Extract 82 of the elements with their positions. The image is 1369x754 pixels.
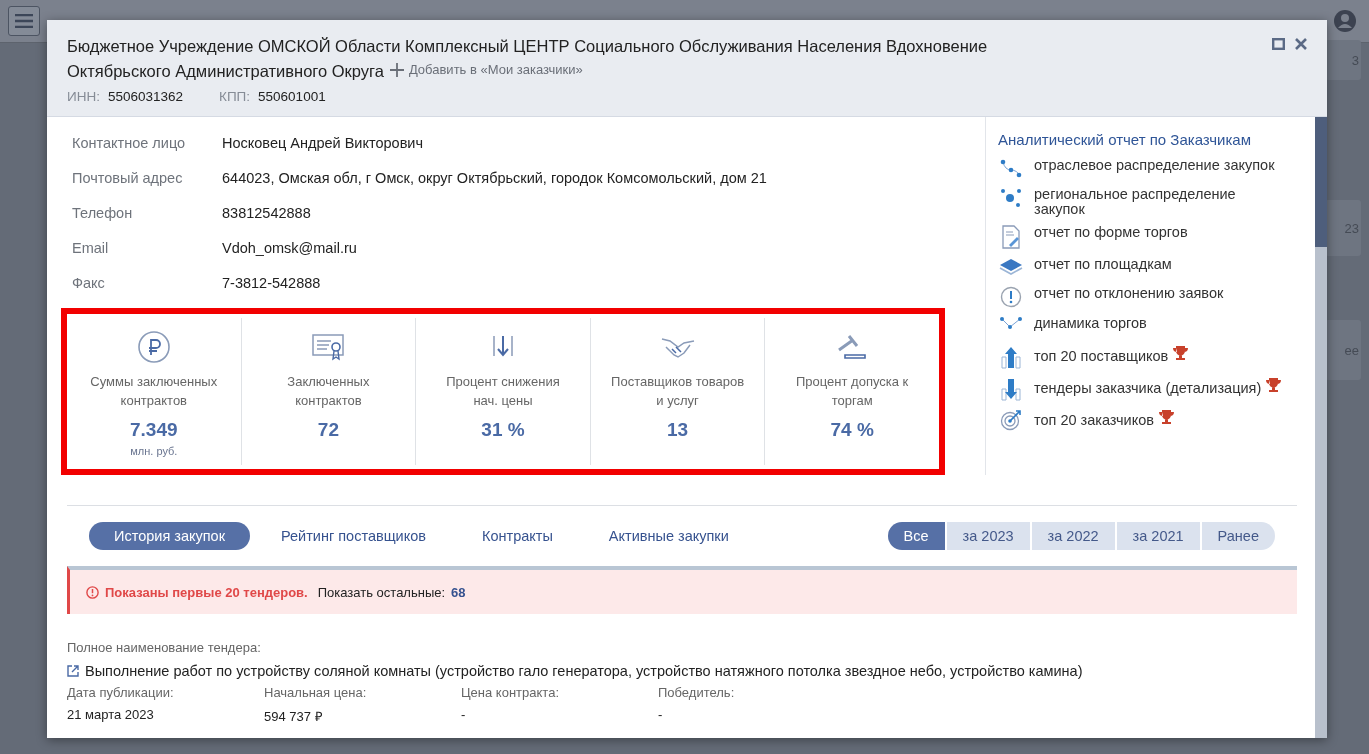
report-link[interactable]: отчет по площадкам [998, 253, 1308, 282]
plus-icon [389, 63, 404, 77]
tab[interactable]: Рейтинг поставщиков [256, 522, 451, 550]
contact-value: 644023, Омская обл, г Омск, округ Октябрьский, городок Комсомольский, дом 21 [222, 168, 768, 188]
field-value: 21 марта 2023 [67, 707, 155, 724]
period-filter[interactable]: за 2022 [1031, 522, 1115, 550]
user-icon[interactable] [1333, 9, 1357, 33]
stat-value: 74 % [830, 419, 874, 441]
stat-value: 31 % [481, 419, 525, 441]
tab[interactable]: Активные закупки [583, 522, 754, 550]
report-link[interactable]: динамика торгов [998, 312, 1308, 341]
field-value: 594 737 ₽ [264, 708, 324, 725]
report-link[interactable]: тендеры заказчика (детализация) [998, 373, 1308, 405]
field-value: - [658, 707, 664, 724]
stat-label: Процент допуска к торгам [795, 373, 910, 410]
certificate-icon [311, 332, 346, 362]
layers-icon [999, 257, 1023, 275]
report-link[interactable]: топ 20 поставщиков [998, 341, 1308, 373]
stat-value: 72 [317, 419, 339, 441]
kpp-value: 550601001 [258, 89, 326, 104]
field-value: - [461, 707, 467, 724]
stat-unit: млн. руб. [130, 445, 178, 457]
contact-value: 7-3812-542888 [222, 273, 322, 293]
contact-label: Телефон [72, 203, 134, 223]
stat-label: Заключенных контрактов [286, 373, 371, 410]
period-filter[interactable]: Ранее [1201, 522, 1275, 550]
exclamation-icon [1000, 286, 1022, 308]
stat-label: Поставщиков товаров и услуг [610, 373, 746, 410]
stat-value: 7.349 [130, 419, 178, 441]
dots-icon [1000, 187, 1022, 209]
contact-label: Почтовый адрес [72, 168, 184, 188]
contact-label: Факс [72, 273, 106, 293]
show-more-link[interactable]: 68 [451, 584, 466, 600]
field-label: Полное наименование тендера: [67, 640, 262, 655]
notice-text: Показаны первые 20 тендеров. [105, 584, 308, 600]
contact-label: Email [72, 238, 110, 258]
maximize-icon [1272, 38, 1285, 50]
period-filter[interactable]: Все [887, 522, 945, 550]
tab[interactable]: Контракты [457, 522, 578, 550]
dots-icon [1000, 158, 1022, 178]
period-filter[interactable]: за 2023 [946, 522, 1030, 550]
alert-icon [86, 585, 99, 599]
field-label: Начальная цена: [264, 685, 368, 700]
field-label: Победитель: [658, 685, 736, 700]
contact-value: Vdoh_omsk@mail.ru [222, 238, 358, 258]
menu-icon [15, 14, 33, 28]
add-to-favorites-link[interactable]: Добавить в «Мои заказчики» [389, 58, 583, 82]
tender-link[interactable]: Выполнение работ по устройству соляной комнаты (устройство гало генератора, устройство натяжного потолка звездное небо, устройство камина) [67, 663, 1297, 679]
target-icon [1000, 409, 1022, 431]
report-link[interactable]: отраслевое распределение закупок [998, 154, 1308, 183]
up-arrow-icon [1000, 345, 1022, 369]
show-more-label: Показать остальные: [317, 584, 446, 600]
close-icon [1295, 38, 1307, 50]
report-link[interactable]: отчет по форме торгов [998, 221, 1308, 253]
ruble-icon [136, 330, 171, 364]
dots-icon [999, 316, 1023, 330]
contact-label: Контактное лицо [72, 133, 187, 153]
maximize-button[interactable] [1272, 38, 1285, 50]
contact-value: 83812542888 [222, 203, 312, 223]
scrollbar[interactable] [1315, 117, 1327, 738]
stat-label: Суммы заключенных контрактов [89, 373, 219, 410]
report-link[interactable]: отчет по отклонению заявок [998, 282, 1308, 312]
stat-label: Процент снижения нач. цены [445, 373, 561, 410]
inn-value: 5506031362 [107, 89, 184, 104]
external-link-icon [67, 665, 79, 677]
document-icon [1001, 225, 1021, 249]
kpp-label: КПП: [219, 89, 251, 104]
down-arrow-icon [1000, 377, 1022, 401]
period-filter[interactable]: за 2021 [1116, 522, 1200, 550]
report-link[interactable]: топ 20 заказчиков [998, 405, 1308, 435]
customer-title: Бюджетное Учреждение ОМСКОЙ Области Комплексный ЦЕНТР Социального Обслуживания Населения Вдохновение [67, 36, 989, 57]
field-label: Дата публикации: [67, 685, 175, 700]
stat-value: 13 [667, 419, 689, 441]
tab[interactable]: История закупок [89, 522, 250, 550]
report-link[interactable]: региональное распределение закупок [998, 183, 1308, 221]
reports-title: Аналитический отчет по Заказчикам [998, 131, 1252, 148]
field-label: Цена контракта: [461, 685, 560, 700]
menu-button[interactable] [8, 6, 40, 36]
contact-value: Носковец Андрей Викторович [222, 133, 424, 153]
customer-title: Октябрьского Административного Округа [67, 62, 384, 80]
close-button[interactable] [1295, 38, 1307, 50]
inn-label: ИНН: [67, 89, 100, 104]
